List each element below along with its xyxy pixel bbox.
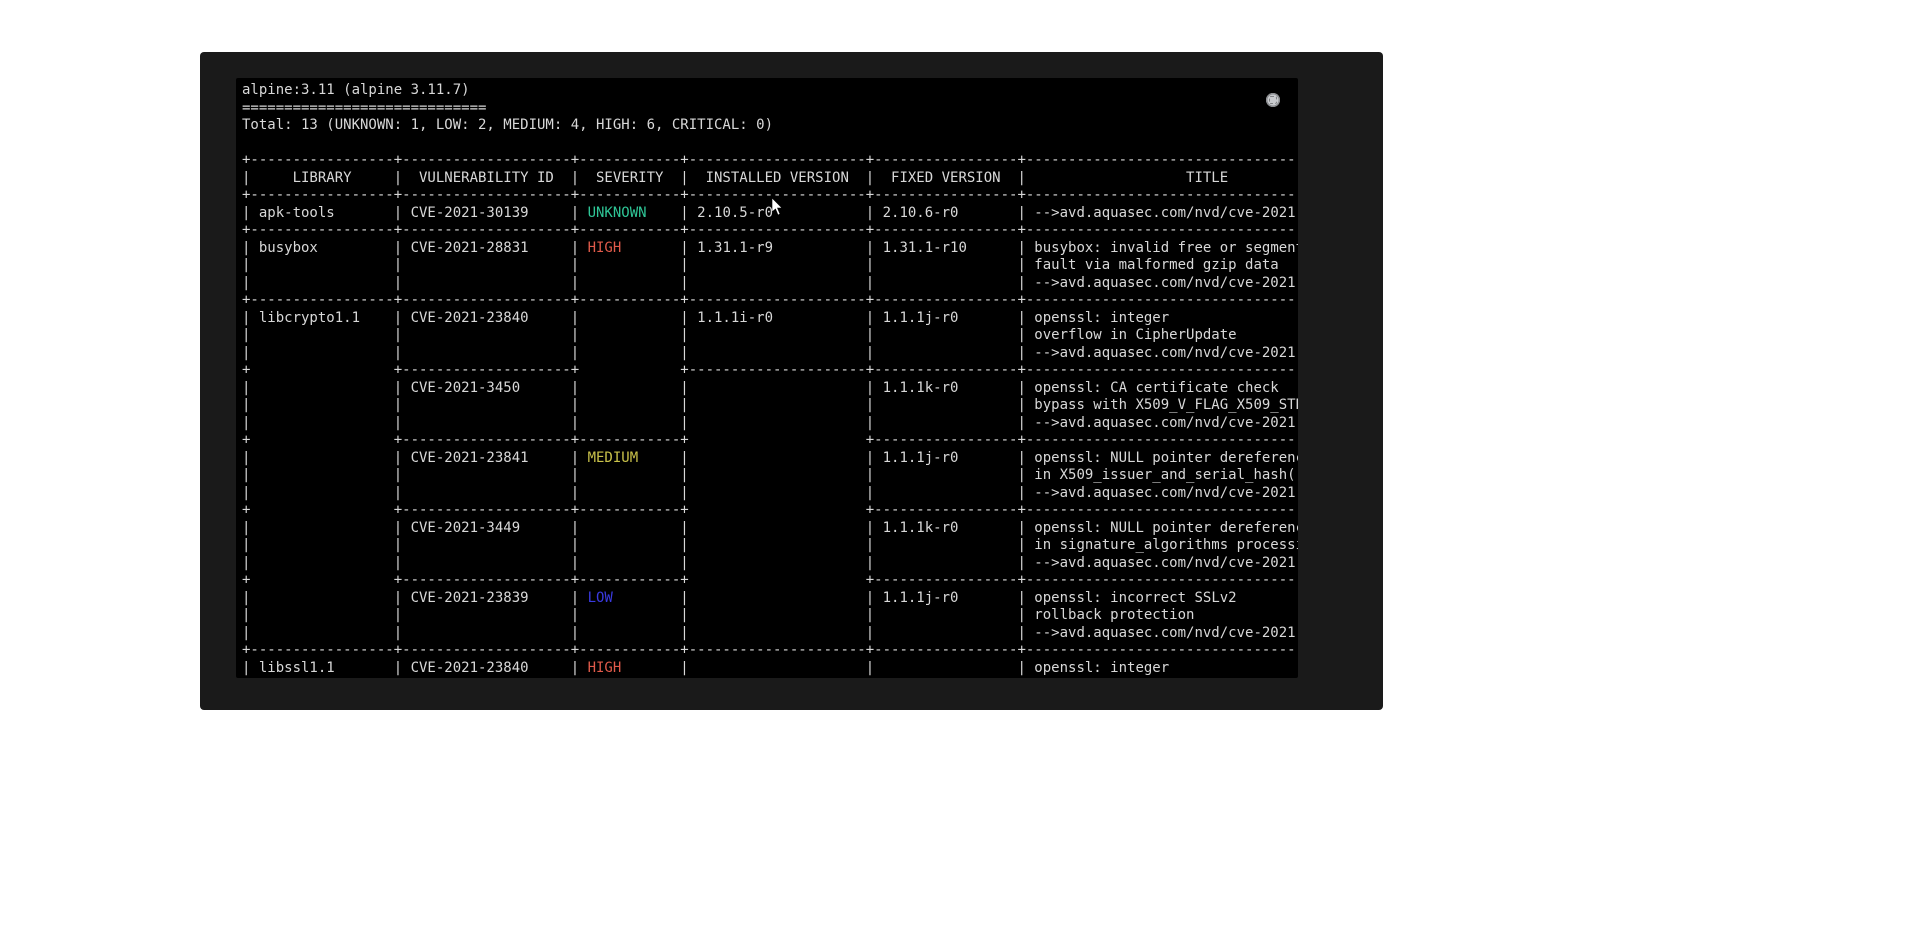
terminal-window[interactable]: alpine:3.11 (alpine 3.11.7) ============… bbox=[236, 78, 1298, 678]
record-icon[interactable] bbox=[1266, 93, 1280, 107]
terminal-output: alpine:3.11 (alpine 3.11.7) ============… bbox=[236, 78, 1298, 678]
screen-frame: alpine:3.11 (alpine 3.11.7) ============… bbox=[200, 52, 1383, 710]
